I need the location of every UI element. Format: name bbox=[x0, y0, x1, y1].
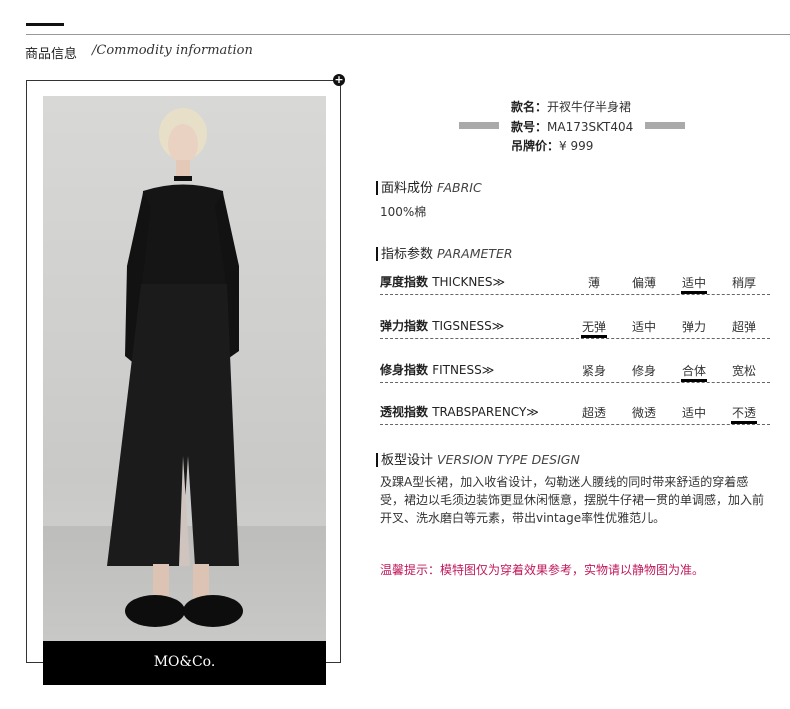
parameter-option: 超弹 bbox=[731, 320, 756, 334]
parameter-label: 弹力指数 TIGSNESS≫ bbox=[380, 319, 505, 333]
section-title-en: /Commodity information bbox=[92, 43, 253, 58]
parameter-label: 修身指数 FITNESS≫ bbox=[380, 363, 495, 377]
product-name: 款名：开衩牛仔半身裙 bbox=[511, 100, 632, 114]
notice-tip: 温馨提示：模特图仅为穿着效果参考，实物请以静物图为准。 bbox=[380, 563, 705, 577]
parameter-option: 宽松 bbox=[731, 364, 756, 378]
parameter-option-selected: 合体 bbox=[676, 362, 712, 382]
brand-logo: MO&Co. bbox=[43, 641, 326, 685]
design-description: 及踝A型长裙，加入收省设计，勾勒迷人腰线的同时带来舒适的穿着感受，裙边以毛须边装… bbox=[380, 475, 765, 525]
parameter-option: 弹力 bbox=[681, 320, 706, 334]
parameter-option: 偏薄 bbox=[631, 276, 656, 290]
section-title-cn: 商品信息 bbox=[25, 47, 78, 62]
parameter-option: 微透 bbox=[631, 406, 656, 420]
model-photo bbox=[43, 96, 326, 641]
header-divider bbox=[26, 34, 790, 35]
fabric-value: 100%棉 bbox=[380, 205, 427, 219]
parameter-row: 修身指数 FITNESS≫ 紧身 修身 合体 宽松 bbox=[380, 358, 770, 383]
parameter-option: 适中 bbox=[681, 406, 706, 420]
parameter-option: 超透 bbox=[581, 406, 606, 420]
header-accent-bar bbox=[26, 23, 64, 26]
parameter-label: 透视指数 TRABSPARENCY≫ bbox=[380, 405, 539, 419]
decor-bar-right bbox=[645, 122, 685, 129]
model-figure bbox=[107, 108, 243, 627]
parameter-option: 紧身 bbox=[581, 364, 606, 378]
parameter-option: 稍厚 bbox=[731, 276, 756, 290]
parameter-option: 适中 bbox=[631, 320, 656, 334]
product-code: 款号：MA173SKT404 bbox=[511, 120, 634, 134]
plus-icon: + bbox=[333, 73, 345, 86]
parameter-heading: 指标参数 PARAMETER bbox=[376, 247, 513, 262]
product-price: 吊牌价：¥ 999 bbox=[511, 139, 594, 153]
design-heading: 板型设计 VERSION TYPE DESIGN bbox=[376, 453, 580, 468]
parameter-label: 厚度指数 THICKNES≫ bbox=[380, 275, 506, 289]
parameter-option-selected: 不透 bbox=[726, 404, 762, 424]
fabric-heading: 面料成份 FABRIC bbox=[376, 181, 482, 196]
parameter-row: 透视指数 TRABSPARENCY≫ 超透 微透 适中 不透 bbox=[380, 400, 770, 425]
parameter-option: 薄 bbox=[587, 276, 600, 290]
parameter-option-selected: 无弹 bbox=[576, 318, 612, 338]
parameter-option: 修身 bbox=[631, 364, 656, 378]
parameter-row: 厚度指数 THICKNES≫ 薄 偏薄 适中 稍厚 bbox=[380, 270, 770, 295]
parameter-option-selected: 适中 bbox=[676, 274, 712, 294]
parameter-row: 弹力指数 TIGSNESS≫ 无弹 适中 弹力 超弹 bbox=[380, 314, 770, 339]
decor-bar-left bbox=[459, 122, 499, 129]
